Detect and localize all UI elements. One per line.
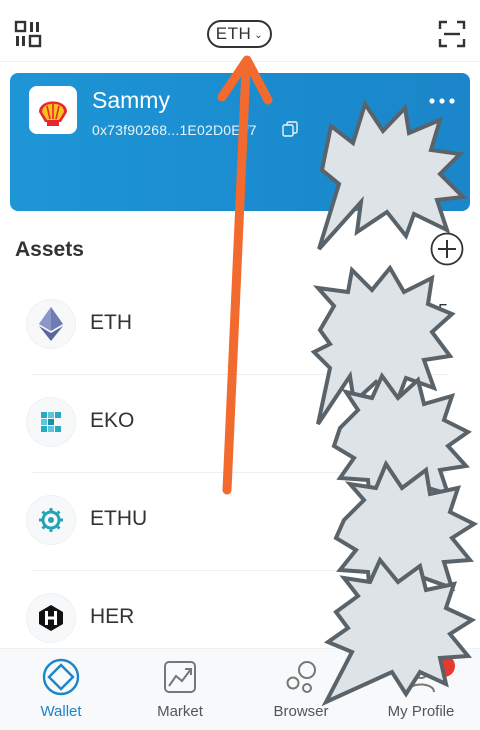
asset-row-eko[interactable]: EKO 0 [0, 375, 480, 473]
wallet-card[interactable]: Sammy 0x73f90268...1E02D0Eff7 [10, 73, 470, 211]
ethu-gear-icon [26, 495, 76, 545]
add-asset-icon[interactable] [430, 232, 464, 266]
wallet-avatar [29, 86, 77, 134]
eth-token-icon [26, 299, 76, 349]
wallet-name: Sammy [92, 87, 170, 113]
asset-balance: 5 [437, 301, 448, 321]
network-label: ETH [215, 24, 252, 43]
scan-icon[interactable] [438, 20, 466, 48]
asset-symbol: EKO [90, 409, 135, 432]
notification-badge [433, 655, 455, 677]
assets-heading: Assets [15, 238, 84, 261]
asset-balance: 0 [437, 399, 448, 419]
wallet-screen: ETH ⌄ Sammy 0x73f90268...1E02D0Eff7 Asse… [0, 0, 480, 730]
wallet-address: 0x73f90268...1E02D0Eff7 [92, 122, 257, 138]
browser-icon [281, 657, 321, 697]
tab-label: Wallet [40, 703, 82, 720]
shell-logo-icon [39, 101, 67, 126]
chevron-down-icon: ⌄ [254, 29, 264, 41]
network-selector[interactable]: ETH ⌄ [207, 20, 272, 48]
asset-symbol: ETHU [90, 507, 148, 530]
bottom-tab-bar: Wallet Market Browser My Profile [0, 648, 480, 730]
tab-label: My Profile [387, 703, 455, 720]
tab-label: Market [157, 703, 203, 720]
her-token-icon [26, 593, 76, 643]
tab-label: Browser [273, 703, 329, 720]
top-bar: ETH ⌄ [0, 0, 480, 62]
tab-wallet[interactable]: Wallet [6, 649, 116, 730]
receive-qr-icon[interactable] [14, 20, 42, 48]
asset-row-ethu[interactable]: ETHU [0, 473, 480, 571]
asset-symbol: ETH [90, 311, 132, 334]
eko-token-icon [26, 397, 76, 447]
tab-market[interactable]: Market [125, 649, 235, 730]
asset-symbol: HER [90, 605, 135, 628]
asset-row-eth[interactable]: ETH 5 [0, 277, 480, 375]
wallet-icon [41, 657, 81, 697]
market-icon [160, 657, 200, 697]
tab-my-profile[interactable]: My Profile [366, 649, 476, 730]
more-options-icon[interactable] [428, 93, 456, 104]
copy-icon[interactable] [282, 121, 298, 137]
tab-browser[interactable]: Browser [246, 649, 356, 730]
